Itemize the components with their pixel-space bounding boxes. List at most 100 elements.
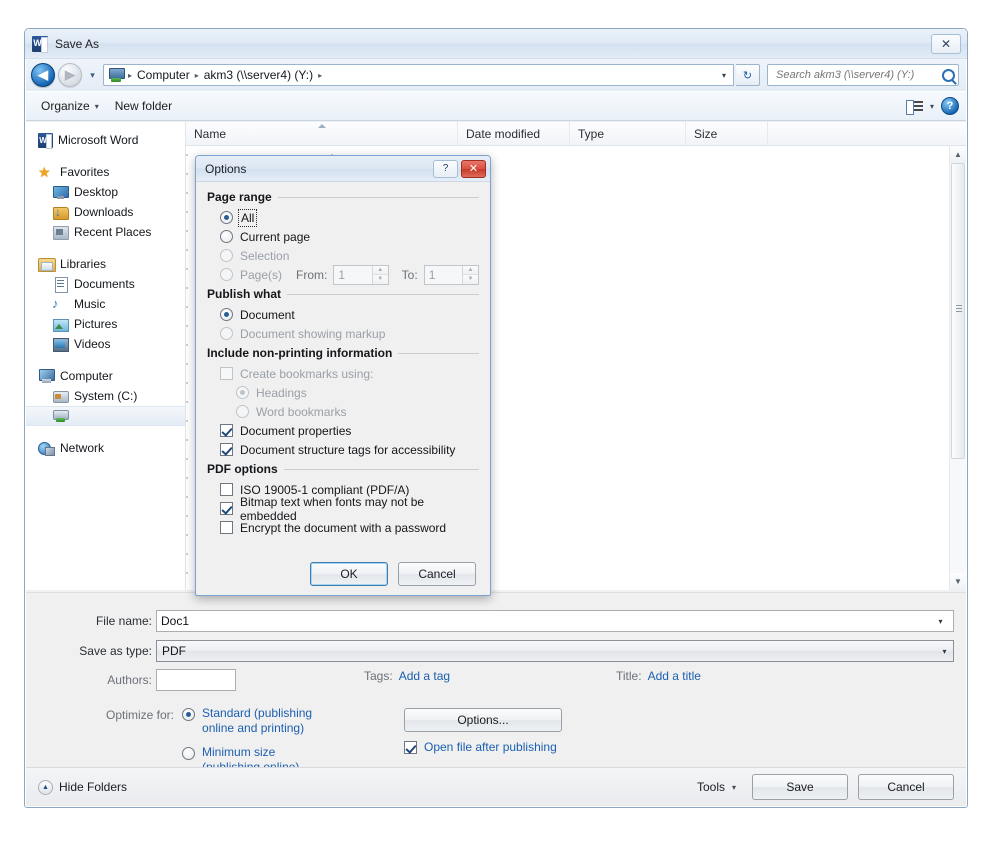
optimize-minimum-radio[interactable] (182, 747, 196, 760)
column-header-size[interactable]: Size (686, 122, 768, 145)
scroll-down-button[interactable]: ▼ (950, 573, 966, 590)
option-row-document[interactable]: Document (207, 305, 479, 324)
save-as-type-combo[interactable]: PDF ▾ (156, 640, 954, 662)
open-after-publishing-row[interactable]: Open file after publishing (404, 740, 557, 754)
option-row-page-s: Page(s) From: 1 ▲ ▼ To: 1 ▲ ▼ (207, 264, 479, 285)
radio-document[interactable] (220, 308, 233, 321)
radio-current-page[interactable] (220, 230, 233, 243)
sidebar-item-recent-places[interactable]: Recent Places (26, 222, 185, 242)
option-label-document-properties: Document properties (240, 423, 352, 438)
checkbox-document-properties[interactable] (220, 424, 233, 437)
breadcrumb-item-computer[interactable]: Computer (134, 68, 193, 82)
breadcrumb-bar[interactable]: ▸ Computer ▸ akm3 (\\server4) (Y:) ▸ ▾ (103, 64, 734, 86)
change-view-icon[interactable] (905, 99, 923, 115)
file-name-chevron-down-icon[interactable]: ▾ (932, 617, 949, 626)
sidebar-item-network-drive[interactable] (26, 406, 185, 426)
group-title: PDF options (207, 462, 479, 476)
open-after-publishing-label[interactable]: Open file after publishing (424, 740, 557, 754)
group-title: Page range (207, 190, 479, 204)
forward-button[interactable]: ▶ (58, 63, 82, 87)
command-bar: Organize ▾ New folder ▾ ? (25, 91, 967, 121)
optimize-standard-option[interactable]: Standard (publishing online and printing… (182, 706, 326, 736)
scroll-up-button[interactable]: ▲ (950, 146, 966, 163)
search-input[interactable] (774, 68, 942, 82)
radio-page-s (220, 268, 233, 281)
save-as-type-chevron-down-icon[interactable]: ▾ (936, 647, 953, 656)
back-button[interactable]: ◀ (31, 63, 55, 87)
group-title-label: PDF options (207, 462, 278, 476)
file-name-combo[interactable]: Doc1 ▾ (156, 610, 954, 632)
view-chevron-down-icon[interactable]: ▾ (930, 102, 934, 111)
scrollbar-track[interactable] (950, 459, 966, 573)
sidebar-item-documents[interactable]: Documents (26, 274, 185, 294)
title-label: Title: (616, 669, 642, 683)
sidebar-item-libraries[interactable]: Libraries (26, 254, 185, 274)
options-dialog: Options ? ✕ Page range All Current page Sel… (195, 155, 491, 596)
open-after-publishing-checkbox[interactable] (404, 740, 417, 754)
options-title-buttons: ? ✕ (433, 159, 486, 178)
sidebar-item-favorites[interactable]: ★ Favorites (26, 162, 185, 182)
option-row-all[interactable]: All (207, 208, 479, 227)
sidebar-item-computer[interactable]: Computer (26, 366, 185, 386)
cancel-button-label: Cancel (887, 780, 925, 794)
hide-folders-button[interactable]: ▲ Hide Folders (38, 779, 127, 795)
options-ok-button[interactable]: OK (310, 562, 388, 586)
option-row-encrypt-the-document-with-a-password[interactable]: Encrypt the document with a password (207, 518, 479, 537)
option-row-current-page[interactable]: Current page (207, 227, 479, 246)
optimize-standard-radio[interactable] (182, 708, 196, 721)
breadcrumb-item-akm3[interactable]: akm3 (\\server4) (Y:) (201, 68, 316, 82)
column-header-date-modified[interactable]: Date modified (458, 122, 570, 145)
options-close-button[interactable]: ✕ (461, 159, 486, 178)
option-row-bitmap-text-when-fonts-may-not-be-embedded[interactable]: Bitmap text when fonts may not be embedd… (207, 495, 479, 523)
group-title-label: Include non-printing information (207, 346, 393, 360)
option-row-document-structure-tags-for-accessibility[interactable]: Document structure tags for accessibilit… (207, 440, 479, 459)
checkbox-iso-19005-1-compliant-pdf-a[interactable] (220, 483, 233, 496)
options-cancel-button[interactable]: Cancel (398, 562, 476, 586)
sidebar-item-system-c[interactable]: System (C:) (26, 386, 185, 406)
file-row-tick (186, 401, 188, 403)
vertical-scrollbar[interactable]: ▲ ▼ (949, 146, 966, 590)
view-lines-icon (913, 100, 923, 113)
sidebar-item-downloads[interactable]: Downloads (26, 202, 185, 222)
close-window-button[interactable]: ✕ (931, 34, 961, 54)
optimize-for-options: Standard (publishing online and printing… (182, 706, 326, 775)
breadcrumb-separator-2[interactable]: ▸ (316, 71, 324, 80)
breadcrumb-separator-1[interactable]: ▸ (193, 71, 201, 80)
search-box[interactable] (767, 64, 959, 86)
options-help-button[interactable]: ? (433, 159, 458, 178)
sidebar-item-videos[interactable]: Videos (26, 334, 185, 354)
cancel-button[interactable]: Cancel (858, 774, 954, 800)
sidebar-item-music[interactable]: ♪ Music (26, 294, 185, 314)
options-dialog-title: Options (205, 161, 247, 176)
help-question-icon: ? (442, 163, 449, 174)
sidebar-item-desktop[interactable]: Desktop (26, 182, 185, 202)
breadcrumb-separator-0[interactable]: ▸ (126, 71, 134, 80)
search-icon (942, 68, 955, 82)
save-button[interactable]: Save (752, 774, 848, 800)
breadcrumb-dropdown-icon[interactable]: ▾ (715, 65, 733, 85)
checkbox-encrypt-the-document-with-a-password[interactable] (220, 521, 233, 534)
options-button[interactable]: Options... (404, 708, 562, 732)
sidebar-item-pictures[interactable]: Pictures (26, 314, 185, 334)
scrollbar-thumb[interactable] (951, 163, 965, 459)
sidebar-item-microsoft-word[interactable]: Microsoft Word (26, 130, 185, 150)
add-a-tag-link[interactable]: Add a tag (399, 669, 450, 683)
column-header-type[interactable]: Type (570, 122, 686, 145)
checkbox-bitmap-text-when-fonts-may-not-be-embedded[interactable] (220, 502, 233, 515)
radio-all[interactable] (220, 211, 233, 224)
optimize-standard-label[interactable]: Standard (publishing online and printing… (202, 706, 326, 736)
downloads-icon (52, 204, 69, 220)
authors-input[interactable] (156, 669, 236, 691)
option-row-document-properties[interactable]: Document properties (207, 421, 479, 440)
recent-locations-button[interactable]: ▾ (85, 70, 100, 81)
sidebar-item-network[interactable]: Network (26, 438, 185, 458)
refresh-button[interactable]: ↻ (736, 64, 760, 86)
checkbox-document-structure-tags-for-accessibility[interactable] (220, 443, 233, 456)
organize-button[interactable]: Organize ▾ (33, 95, 107, 117)
column-header-name[interactable]: Name (186, 122, 458, 145)
new-folder-button[interactable]: New folder (107, 95, 180, 117)
add-a-title-link[interactable]: Add a title (648, 669, 701, 683)
help-icon[interactable]: ? (941, 97, 959, 115)
tools-button[interactable]: Tools ▾ (691, 776, 742, 798)
